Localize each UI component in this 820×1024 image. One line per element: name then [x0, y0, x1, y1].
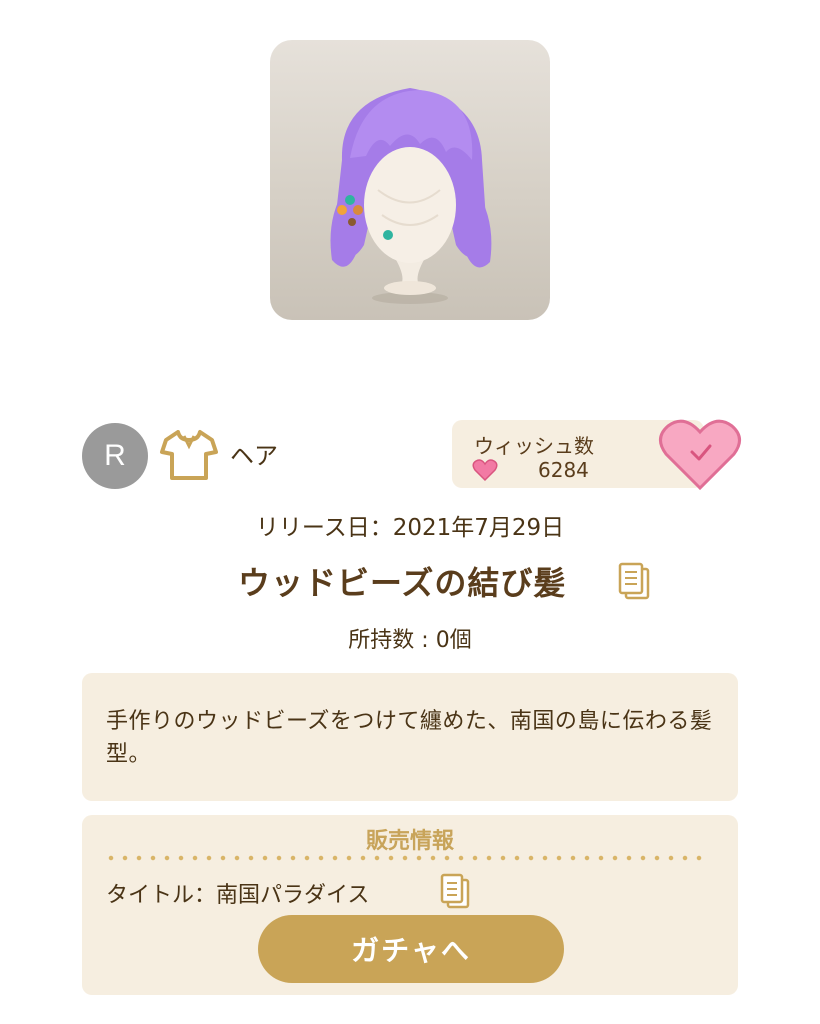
item-name: ウッドビーズの結び髪 [238, 564, 567, 602]
dotted-divider [104, 855, 708, 861]
hair-illustration [330, 88, 492, 304]
description-panel: 手作りのウッドビーズをつけて纏めた、南国の島に伝わる髪型。 [82, 673, 738, 801]
wish-count-value: 6284 [538, 458, 589, 482]
heart-icon [472, 459, 498, 482]
item-description: 手作りのウッドビーズをつけて纏めた、南国の島に伝わる髪型。 [106, 709, 713, 767]
sales-title: タイトル：南国パラダイス [106, 883, 370, 908]
rarity-badge: R [82, 423, 148, 489]
sales-info-panel: 販売情報 タイトル：南国パラダイス ガチャへ [82, 815, 738, 995]
go-to-gacha-button[interactable]: ガチャへ [258, 915, 564, 983]
wish-count-label: ウィッシュ数 [474, 434, 594, 458]
owned-count: 所持数 : 0個 [348, 628, 472, 653]
release-date: リリース日：2021年7月29日 [255, 515, 565, 541]
copy-icon[interactable] [618, 562, 650, 600]
copy-icon[interactable] [440, 873, 470, 909]
item-preview-image [270, 40, 550, 320]
shirt-icon [158, 426, 220, 484]
category-label: ヘア [230, 442, 278, 470]
sales-info-header: 販売情報 [365, 829, 454, 854]
wish-heart-button[interactable] [658, 416, 742, 492]
